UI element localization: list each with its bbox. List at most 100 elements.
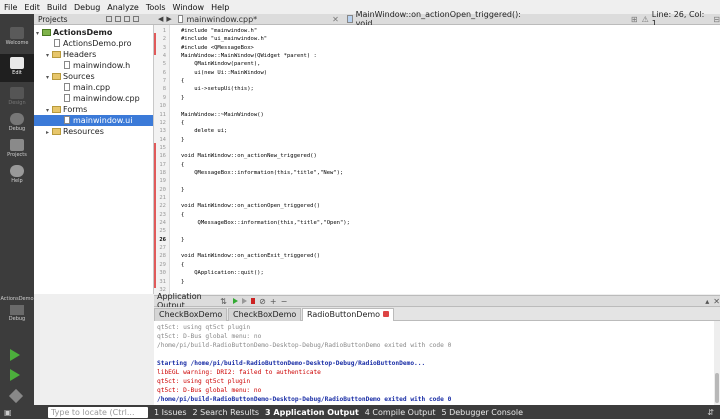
mode-help[interactable]: Help: [0, 162, 34, 190]
code-line: #include <QMessageBox>: [181, 44, 254, 51]
line-number: 15: [159, 144, 166, 151]
menu-window[interactable]: Window: [173, 3, 205, 12]
line-number: 17: [159, 161, 166, 168]
code-line: void MainWindow::on_actionExit_triggered…: [181, 253, 321, 260]
build-hammer-icon[interactable]: [8, 388, 24, 404]
pane-compile-output[interactable]: 4 Compile Output: [365, 408, 436, 417]
menu-edit[interactable]: Edit: [24, 3, 40, 12]
link-icon[interactable]: [114, 16, 121, 22]
code-line: #include "mainwindow.h": [181, 28, 258, 34]
tab-checkboxdemo-2[interactable]: CheckBoxDemo: [228, 308, 302, 321]
close-tab-icon[interactable]: [383, 311, 390, 317]
debug-run-icon[interactable]: [10, 369, 20, 381]
menu-analyze[interactable]: Analyze: [107, 3, 139, 12]
tab-label: CheckBoxDemo: [159, 310, 223, 319]
mode-projects-label: Projects: [7, 152, 27, 158]
toggle-output-icon[interactable]: ⇵: [707, 408, 714, 417]
mode-debug[interactable]: Debug: [0, 110, 34, 138]
code-line: }: [181, 136, 185, 143]
menu-help[interactable]: Help: [211, 3, 229, 12]
menu-file[interactable]: File: [4, 3, 17, 12]
monitor-icon: [10, 305, 24, 315]
zoom-out-icon[interactable]: −: [281, 297, 288, 306]
code-line: QMessageBox::information(this,"title","N…: [181, 169, 344, 176]
kit-config-name: Debug: [8, 316, 26, 322]
locator-input[interactable]: Type to locate (Ctrl...: [48, 406, 148, 418]
tree-item-mainwindow-ui[interactable]: mainwindow.ui: [34, 115, 153, 126]
mode-welcome[interactable]: Welcome: [0, 24, 34, 52]
mode-design[interactable]: Design: [0, 84, 34, 112]
folder-icon: [52, 73, 61, 80]
output-line: qt5ct: using qt5ct plugin: [157, 324, 251, 331]
tree-item-sources[interactable]: ▾ Sources: [46, 71, 95, 82]
menu-build[interactable]: Build: [47, 3, 67, 12]
mode-design-label: Design: [8, 100, 26, 106]
output-line: libEGL warning: DRI2: failed to authenti…: [157, 369, 321, 376]
projects-view-selector[interactable]: Projects: [34, 15, 68, 24]
split-editor-icon[interactable]: ⊞: [631, 15, 638, 24]
tree-item-main-cpp[interactable]: main.cpp: [64, 82, 110, 93]
stop-icon[interactable]: [250, 298, 256, 304]
forward-arrow-icon[interactable]: ▶: [166, 15, 171, 23]
clear-icon[interactable]: ⊘: [259, 297, 266, 306]
code-line: }: [181, 236, 185, 243]
output-pane-header: Application Output ⇅ ⊘ + − ▴ ✕: [154, 292, 720, 310]
tree-item-forms[interactable]: ▾ Forms: [46, 104, 87, 115]
mode-projects[interactable]: Projects: [0, 136, 34, 164]
code-line: {: [181, 211, 185, 218]
output-line: /home/pi/build-RadioButtonDemo-Desktop-D…: [157, 342, 452, 349]
changed-line-marker: [154, 33, 156, 55]
close-split-icon[interactable]: ⊟: [713, 15, 720, 24]
zoom-in-icon[interactable]: +: [270, 297, 277, 306]
tree-item-label: mainwindow.cpp: [73, 94, 140, 103]
back-arrow-icon[interactable]: ◀: [158, 15, 163, 23]
filter-icon[interactable]: [105, 16, 112, 22]
tree-item-pro-file[interactable]: ActionsDemo.pro: [54, 38, 131, 49]
cpp-file-icon: [177, 15, 184, 23]
rerun-icon[interactable]: [232, 298, 238, 304]
line-number: 29: [159, 261, 166, 268]
open-file-selector[interactable]: mainwindow.cpp*: [186, 15, 257, 24]
run-icon[interactable]: [10, 349, 20, 361]
kit-selector[interactable]: ActionsDemo Debug: [0, 296, 34, 336]
pane-search-results[interactable]: 2 Search Results: [193, 408, 260, 417]
tree-item-resources[interactable]: ▸ Resources: [46, 126, 104, 137]
bug-icon: [10, 113, 24, 125]
menu-debug[interactable]: Debug: [74, 3, 100, 12]
tab-radiobuttondemo[interactable]: RadioButtonDemo: [302, 308, 395, 321]
mode-edit[interactable]: Edit: [0, 54, 34, 82]
file-icon: [64, 83, 70, 91]
pane-debugger-console[interactable]: 5 Debugger Console: [441, 408, 523, 417]
menu-tools[interactable]: Tools: [146, 3, 166, 12]
line-number: 8: [162, 86, 166, 93]
warning-icon: ⚠: [641, 14, 649, 24]
tree-item-project[interactable]: ▾ ActionsDemo: [36, 27, 112, 38]
wrench-icon: [10, 139, 24, 151]
pane-application-output[interactable]: 3 Application Output: [265, 408, 359, 417]
tree-item-headers[interactable]: ▾ Headers: [46, 49, 96, 60]
tree-item-mainwindow-cpp[interactable]: mainwindow.cpp: [64, 93, 140, 104]
maximize-icon[interactable]: ▴: [705, 297, 709, 306]
close-icon[interactable]: [132, 16, 139, 22]
file-icon: [64, 61, 70, 69]
code-editor[interactable]: #include "mainwindow.h" #include "ui_main…: [170, 25, 720, 294]
scrollbar-thumb[interactable]: [715, 373, 719, 403]
code-line: {: [181, 261, 185, 268]
attach-icon[interactable]: [241, 298, 247, 304]
sidebar-toggle-icon[interactable]: ▣: [4, 408, 12, 417]
line-number: 7: [162, 78, 166, 85]
code-line: MainWindow::MainWindow(QWidget *parent) …: [181, 53, 317, 60]
tab-checkboxdemo-1[interactable]: CheckBoxDemo: [154, 308, 228, 321]
pane-issues[interactable]: 1 Issues: [154, 408, 187, 417]
mode-edit-label: Edit: [12, 70, 22, 76]
close-file-icon[interactable]: ✕: [332, 15, 339, 24]
pane-nav-icon[interactable]: ⇅: [220, 297, 227, 306]
line-number: 19: [159, 178, 166, 185]
code-line: void MainWindow::on_actionOpen_triggered…: [181, 203, 321, 210]
application-output[interactable]: qt5ct: using qt5ct plugin qt5ct: D-Bus gl…: [154, 321, 720, 405]
output-scrollbar[interactable]: [714, 321, 720, 405]
close-pane-icon[interactable]: ✕: [713, 297, 720, 306]
tree-item-mainwindow-h[interactable]: mainwindow.h: [64, 60, 130, 71]
split-icon[interactable]: [123, 16, 130, 22]
code-line: {: [181, 119, 185, 126]
